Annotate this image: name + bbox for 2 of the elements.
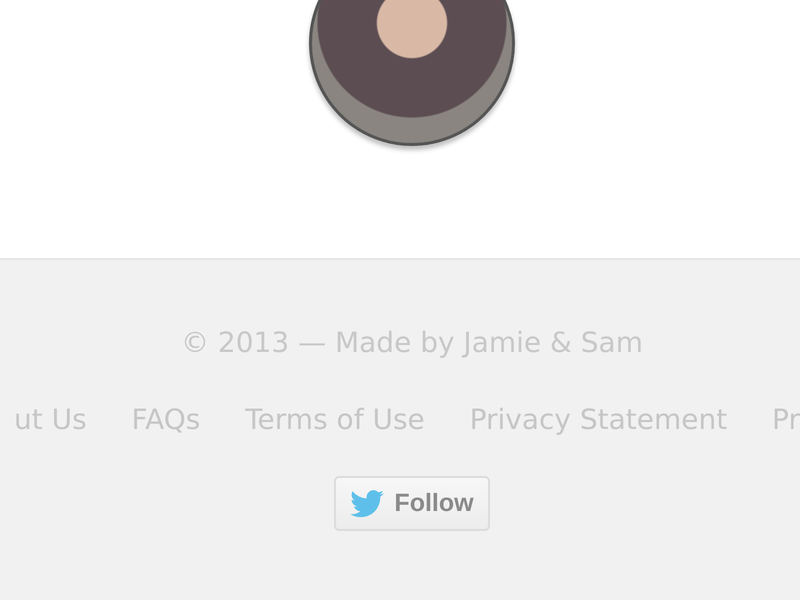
bird-icon: [350, 490, 384, 518]
follow-button[interactable]: Follow: [334, 476, 490, 531]
